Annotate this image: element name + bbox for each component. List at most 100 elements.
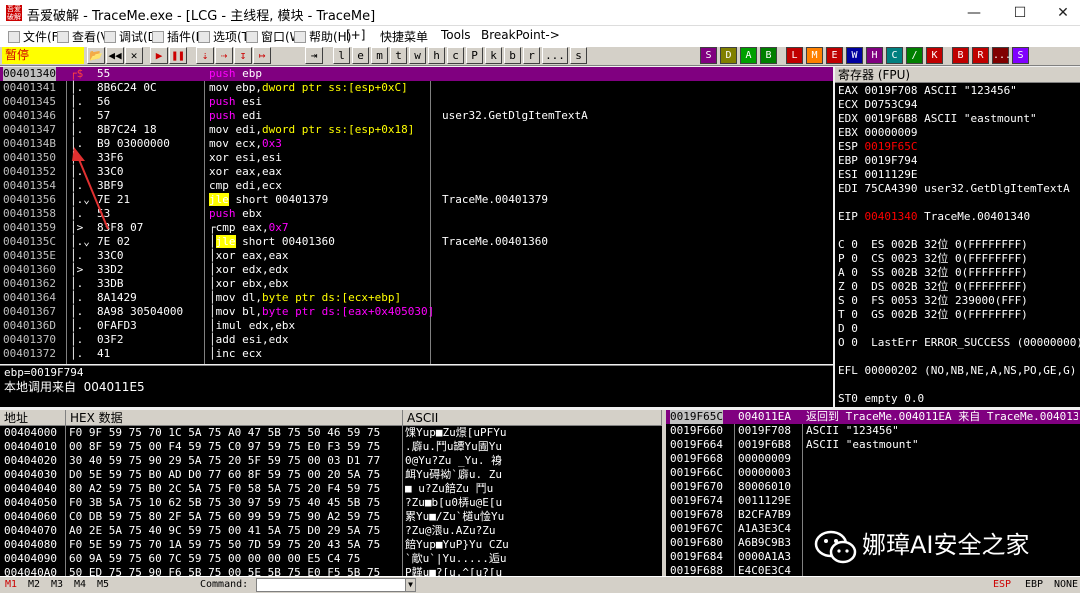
dump-address[interactable]: 00404040 [4,482,57,496]
cpu-instruction[interactable]: mov edi,dword ptr ss:[esp+0x18]mov edi,d… [209,123,414,137]
register-line[interactable]: ST1 empty 0.0 [838,406,924,407]
toolbar-plugin-icon-15[interactable]: S [1012,47,1029,64]
stack-address[interactable]: 0019F67C [670,522,723,536]
cpu-address[interactable]: 00401345 [3,95,56,109]
dump-hex[interactable]: D0 5E 59 75 B0 AD D0 77 60 8F 59 75 00 2… [69,468,401,482]
cpu-opcode[interactable]: 41 [97,347,110,361]
toolbar-button-8[interactable]: k [485,47,502,64]
cpu-instruction[interactable]: push ebppush ebp [209,67,262,81]
stack-address[interactable]: 0019F674 [670,494,723,508]
cpu-address[interactable]: 00401352 [3,165,56,179]
cpu-opcode[interactable]: 57 [97,109,110,123]
cpu-opcode[interactable]: 8B7C24 18 [97,123,157,137]
follow-esp-button[interactable]: ESP [993,579,1011,591]
stack-address[interactable]: 0019F680 [670,536,723,550]
stack-value[interactable]: 00000009 [738,452,791,466]
dump-address[interactable]: 00404010 [4,440,57,454]
stack-value[interactable]: A1A3E3C4 [738,522,791,536]
stack-value[interactable]: 0019F6B8 [738,438,791,452]
dump-ascii[interactable]: 衈Yu碍袎`廦u. Zu [405,468,660,482]
toolbar-button-12[interactable]: s [570,47,587,64]
folder-icon[interactable]: 📂 [87,47,105,64]
toolbar-plugin-icon-13[interactable]: R [972,47,989,64]
menu-item-6[interactable]: 帮助(H) [294,28,351,45]
cpu-address[interactable]: 00401372 [3,347,56,361]
dump-address[interactable]: 00404050 [4,496,57,510]
close-file-icon[interactable]: ✕ [125,47,143,64]
register-line[interactable]: EBX 00000009 [838,126,917,140]
toolbar-button-4[interactable]: w [409,47,426,64]
cpu-opcode[interactable]: 03F2 [97,333,124,347]
cpu-instruction[interactable]: jle short 00401379jle short 00401379 [209,193,328,207]
rewind-icon[interactable]: ◀◀ [106,47,124,64]
cpu-instruction[interactable]: │xor edx,edx│xor edx,edx [209,263,288,277]
cpu-opcode[interactable]: 55 [97,67,110,81]
cpu-instruction[interactable]: │xor ebx,ebx│xor ebx,ebx [209,277,288,291]
toolbar-plugin-icon-11[interactable]: K [926,47,943,64]
stack-address[interactable]: 0019F65C [670,410,723,424]
dump-hex[interactable]: C0 DB 59 75 80 2F 5A 75 60 99 59 75 90 A… [69,510,401,524]
command-input[interactable] [256,578,416,592]
stack-value[interactable]: 00000003 [738,466,791,480]
cpu-instruction[interactable]: ┌cmp eax,0x7┌cmp eax,0x7 [209,221,289,235]
dump-ascii[interactable]: 累Yu■/Zu`檤u惍Yu [405,510,660,524]
dump-address[interactable]: 00404030 [4,468,57,482]
menu-item-8[interactable]: 快捷菜单 [380,28,428,45]
stack-address[interactable]: 0019F668 [670,452,723,466]
toolbar-plugin-icon-5[interactable]: M [806,47,823,64]
cpu-address[interactable]: 00401341 [3,81,56,95]
register-line[interactable]: A 0 SS 002B 32位 0(FFFFFFFF) [838,266,1028,280]
memory-button-m2[interactable]: M2 [28,579,40,591]
register-line[interactable]: S 0 FS 0053 32位 239000(FFF) [838,294,1028,308]
cpu-instruction[interactable]: │add esi,edx│add esi,edx [209,333,288,347]
stack-address[interactable]: 0019F688 [670,564,723,576]
cpu-opcode[interactable]: 0FAFD3 [97,319,137,333]
dump-address[interactable]: 00404090 [4,552,57,566]
toolbar-button-1[interactable]: e [352,47,369,64]
dump-hex[interactable]: 00 8F 59 75 00 F4 59 75 C0 97 59 75 E0 F… [69,440,401,454]
toolbar-plugin-icon-4[interactable]: L [786,47,803,64]
menu-item-0[interactable]: 文件(F) [8,28,63,45]
cpu-instruction[interactable]: cmp edi,ecxcmp edi,ecx [209,179,282,193]
cpu-address[interactable]: 0040135C [3,235,56,249]
stack-value[interactable]: 004011EA [738,410,791,424]
toolbar-button-10[interactable]: r [523,47,540,64]
cpu-instruction[interactable]: │jle short 00401360│jle short 00401360 [209,235,335,249]
stack-value[interactable]: 0011129E [738,494,791,508]
follow-none-button[interactable]: NONE [1054,579,1078,591]
memory-button-m5[interactable]: M5 [97,579,109,591]
cpu-address[interactable]: 00401370 [3,333,56,347]
dump-hex[interactable]: F0 3B 5A 75 10 62 5B 75 30 97 59 75 40 4… [69,496,401,510]
dump-hex[interactable]: A0 2E 5A 75 40 9C 59 75 00 41 5A 75 D0 2… [69,524,401,538]
cpu-instruction[interactable]: │mov bl,byte ptr ds:[eax+0x405030]│mov b… [209,305,434,319]
cpu-instruction[interactable]: xor esi,esixor esi,esi [209,151,282,165]
cpu-address[interactable]: 00401360 [3,263,56,277]
register-line[interactable]: O 0 LastErr ERROR_SUCCESS (00000000) [838,336,1080,350]
stack-address[interactable]: 0019F670 [670,480,723,494]
cpu-instruction[interactable]: │inc ecx│inc ecx [209,347,262,361]
cpu-address[interactable]: 00401354 [3,179,56,193]
dump-ascii[interactable]: 0@Yu?Zu _Yu. 裑 [405,454,660,468]
follow-ebp-button[interactable]: EBP [1025,579,1043,591]
toolbar-plugin-icon-2[interactable]: A [740,47,757,64]
dump-ascii[interactable]: `歒u`|Yu.....逅u [405,552,660,566]
register-line[interactable]: D 0 [838,322,858,336]
toolbar-plugin-icon-3[interactable]: B [760,47,777,64]
cpu-address[interactable]: 00401346 [3,109,56,123]
cpu-opcode[interactable]: 33DB [97,277,124,291]
cpu-address[interactable]: 0040136D [3,319,56,333]
cpu-instruction[interactable]: push edipush edi [209,109,262,123]
cpu-address[interactable]: 0040135E [3,249,56,263]
stack-value[interactable]: E4C0E3C4 [738,564,791,576]
register-line[interactable]: C 0 ES 002B 32位 0(FFFFFFFF) [838,238,1028,252]
trace-into-icon[interactable]: ↧ [234,47,252,64]
dump-header-ascii[interactable]: ASCII [403,410,662,426]
run-icon[interactable]: ▶ [150,47,168,64]
cpu-address[interactable]: 00401358 [3,207,56,221]
toolbar-plugin-icon-8[interactable]: H [866,47,883,64]
toolbar-plugin-icon-12[interactable]: B [952,47,969,64]
cpu-opcode[interactable]: 33D2 [97,263,124,277]
command-dropdown-button[interactable]: ▼ [405,578,416,592]
toolbar-plugin-icon-6[interactable]: E [826,47,843,64]
toolbar-button-11[interactable]: ... [542,47,568,64]
